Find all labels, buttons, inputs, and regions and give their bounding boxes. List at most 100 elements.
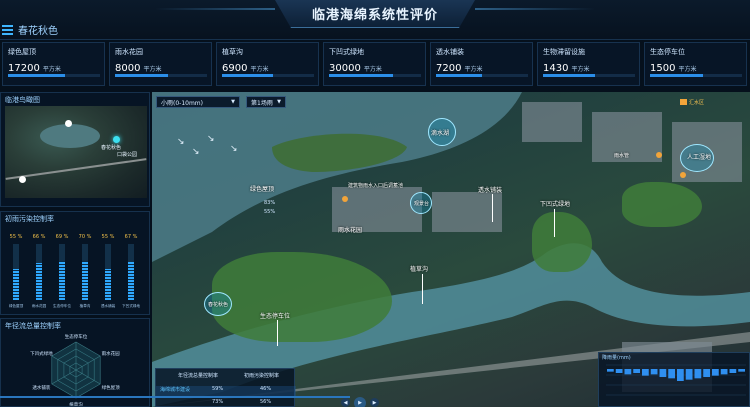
facility-marker[interactable] xyxy=(342,196,348,202)
kpi-value: 1430 xyxy=(543,63,569,74)
rainfall-bar xyxy=(729,369,737,373)
kpi-card[interactable]: 生态停车位 1500 平方米 xyxy=(644,42,747,86)
title-decoration-right xyxy=(475,8,595,10)
pin-line xyxy=(277,320,278,346)
bar-track xyxy=(128,244,134,300)
map-legend: 汇水区 xyxy=(680,97,720,107)
kpi-value: 7200 xyxy=(436,63,462,74)
rainfall-select-value: 小雨(0-10mm) xyxy=(161,99,203,107)
bar-fill xyxy=(13,269,19,300)
bar-track xyxy=(36,244,42,300)
pin-line xyxy=(422,274,423,304)
effect-stats-table: 年径流总量控制率 初雨污染控制率 海绵城市建设 59% 46% 73% 56% xyxy=(155,368,296,407)
label-rain-garden[interactable]: 雨水花园 xyxy=(338,225,362,234)
kpi-progress-bar xyxy=(8,74,100,77)
kpi-unit: 平方米 xyxy=(571,66,590,73)
header-left-group: 春花秋色 xyxy=(2,22,58,37)
kpi-progress-fill xyxy=(436,74,482,77)
kpi-unit: 平方米 xyxy=(464,66,483,73)
rainfall-bar xyxy=(720,369,728,375)
menu-icon[interactable] xyxy=(2,25,13,35)
table-row: 73% 56% xyxy=(156,399,296,407)
label-grass-swale[interactable]: 植草沟 xyxy=(410,264,428,273)
bar-fill xyxy=(82,260,88,300)
rain-event-select[interactable]: 第1场雨 ▼ xyxy=(246,96,286,108)
kpi-name: 绿色屋顶 xyxy=(8,48,36,56)
label-pervious-paving[interactable]: 透水铺装 xyxy=(478,185,502,194)
facility-marker[interactable] xyxy=(680,172,686,178)
kpi-value-group: 7200 平方米 xyxy=(436,63,527,74)
season-label[interactable]: 春花秋色 xyxy=(18,22,58,37)
chevron-down-icon: ▼ xyxy=(277,99,281,105)
pollution-bar[interactable]: 69 % 生态停车位 xyxy=(51,234,73,312)
rainfall-bar xyxy=(659,369,667,377)
pollution-bar[interactable]: 70 % 植草沟 xyxy=(74,234,96,312)
bar-fill xyxy=(105,269,111,300)
rain-arrow-icon: ↘ xyxy=(207,134,215,144)
pollution-bar[interactable]: 55 % 透水铺装 xyxy=(97,234,119,312)
kpi-card[interactable]: 雨水花园 8000 平方米 xyxy=(109,42,212,86)
runoff-panel-title: 年径流总量控制率 xyxy=(5,322,61,330)
rainfall-bar xyxy=(738,369,745,372)
stats-row-a: 73% xyxy=(212,399,224,405)
rainfall-bar xyxy=(668,369,675,379)
mini-map-marker[interactable] xyxy=(19,176,26,183)
rainfall-bar xyxy=(650,369,658,375)
facility-marker[interactable] xyxy=(656,152,662,158)
rainfall-select[interactable]: 小雨(0-10mm) ▼ xyxy=(156,96,240,108)
rain-arrow-icon: ↘ xyxy=(192,147,200,157)
kpi-card[interactable]: 下凹式绿地 30000 平方米 xyxy=(323,42,426,86)
rain-arrow-icon: ↘ xyxy=(177,137,185,147)
label-building-runoff[interactable]: 建筑物雨水入口后调蓄池 xyxy=(348,182,403,189)
aerial-mini-map[interactable]: 春花秋色 口袋公园 xyxy=(5,106,147,198)
bar-fill xyxy=(36,263,42,300)
kpi-value: 30000 xyxy=(329,63,361,74)
bar-category-label: 生态停车位 xyxy=(53,304,71,308)
pollution-bar[interactable]: 55 % 绿色屋顶 xyxy=(5,234,27,312)
green-roof-pct-2: 55% xyxy=(264,209,276,215)
timeline-progress[interactable] xyxy=(0,396,350,398)
label-artificial-wetland: 人工湿地 xyxy=(687,154,712,161)
radar-svg: 生态停车位雨水花园绿色屋顶植草沟 透水铺装 下凹式绿地 xyxy=(30,333,120,407)
legend-label: 汇水区 xyxy=(689,99,705,106)
radar-axis-label: 绿色屋顶 xyxy=(102,384,120,391)
bar-category-label: 下凹式绿地 xyxy=(122,304,140,308)
play-icon[interactable]: ▶ xyxy=(354,396,366,407)
radar-axis-label: 雨水花园 xyxy=(102,350,120,357)
kpi-card[interactable]: 生物滞留设施 1430 平方米 xyxy=(537,42,640,86)
kpi-card[interactable]: 绿色屋顶 17200 平方米 xyxy=(2,42,105,86)
green-roof-pct-1: 83% xyxy=(264,200,276,206)
bar-value-label: 70 % xyxy=(78,234,92,240)
kpi-card[interactable]: 透水铺装 7200 平方米 xyxy=(430,42,533,86)
prev-icon[interactable]: ◀ xyxy=(341,398,350,407)
kpi-card[interactable]: 植草沟 6900 平方米 xyxy=(216,42,319,86)
rainfall-bar xyxy=(685,369,693,380)
label-spring-autumn: 春花秋色 xyxy=(208,302,229,308)
mini-map-road xyxy=(5,158,147,180)
next-icon[interactable]: ▶ xyxy=(370,398,379,407)
pollution-bar[interactable]: 66 % 雨水花园 xyxy=(28,234,50,312)
bar-fill xyxy=(128,262,134,300)
mini-map-active-marker[interactable] xyxy=(113,136,120,143)
label-ecological-parking[interactable]: 生态停车位 xyxy=(260,311,290,320)
label-sunken-green[interactable]: 下凹式绿地 xyxy=(540,199,570,208)
stats-row-b: 56% xyxy=(260,399,272,405)
pollution-bar[interactable]: 67 % 下凹式绿地 xyxy=(120,234,142,312)
kpi-progress-fill xyxy=(8,74,66,77)
rain-event-select-value: 第1场雨 xyxy=(251,99,273,107)
rainfall-bar xyxy=(642,369,649,376)
label-view-point: 观景台 xyxy=(414,201,430,207)
mini-map-marker[interactable] xyxy=(65,120,72,127)
stats-row-b: 46% xyxy=(260,386,272,392)
kpi-unit: 平方米 xyxy=(363,66,382,73)
top-header: 临港海绵系统性评价 春花秋色 xyxy=(0,0,750,40)
label-rainwater-pipe[interactable]: 雨水管 xyxy=(614,152,629,159)
label-green-roof[interactable]: 绿色屋顶 xyxy=(250,184,274,193)
kpi-value: 1500 xyxy=(650,63,676,74)
stats-row-a: 59% xyxy=(212,386,224,392)
bar-track xyxy=(59,244,65,300)
radar-axis-label: 下凹式绿地 xyxy=(30,350,53,357)
aerial-panel-title: 临港鸟瞰图 xyxy=(5,96,40,104)
runoff-radar-chart: 生态停车位 雨水花园 绿色屋顶 植草沟 透水铺装 下凹式绿地 xyxy=(5,332,147,407)
pollution-panel-title: 初雨污染控制率 xyxy=(5,215,54,223)
